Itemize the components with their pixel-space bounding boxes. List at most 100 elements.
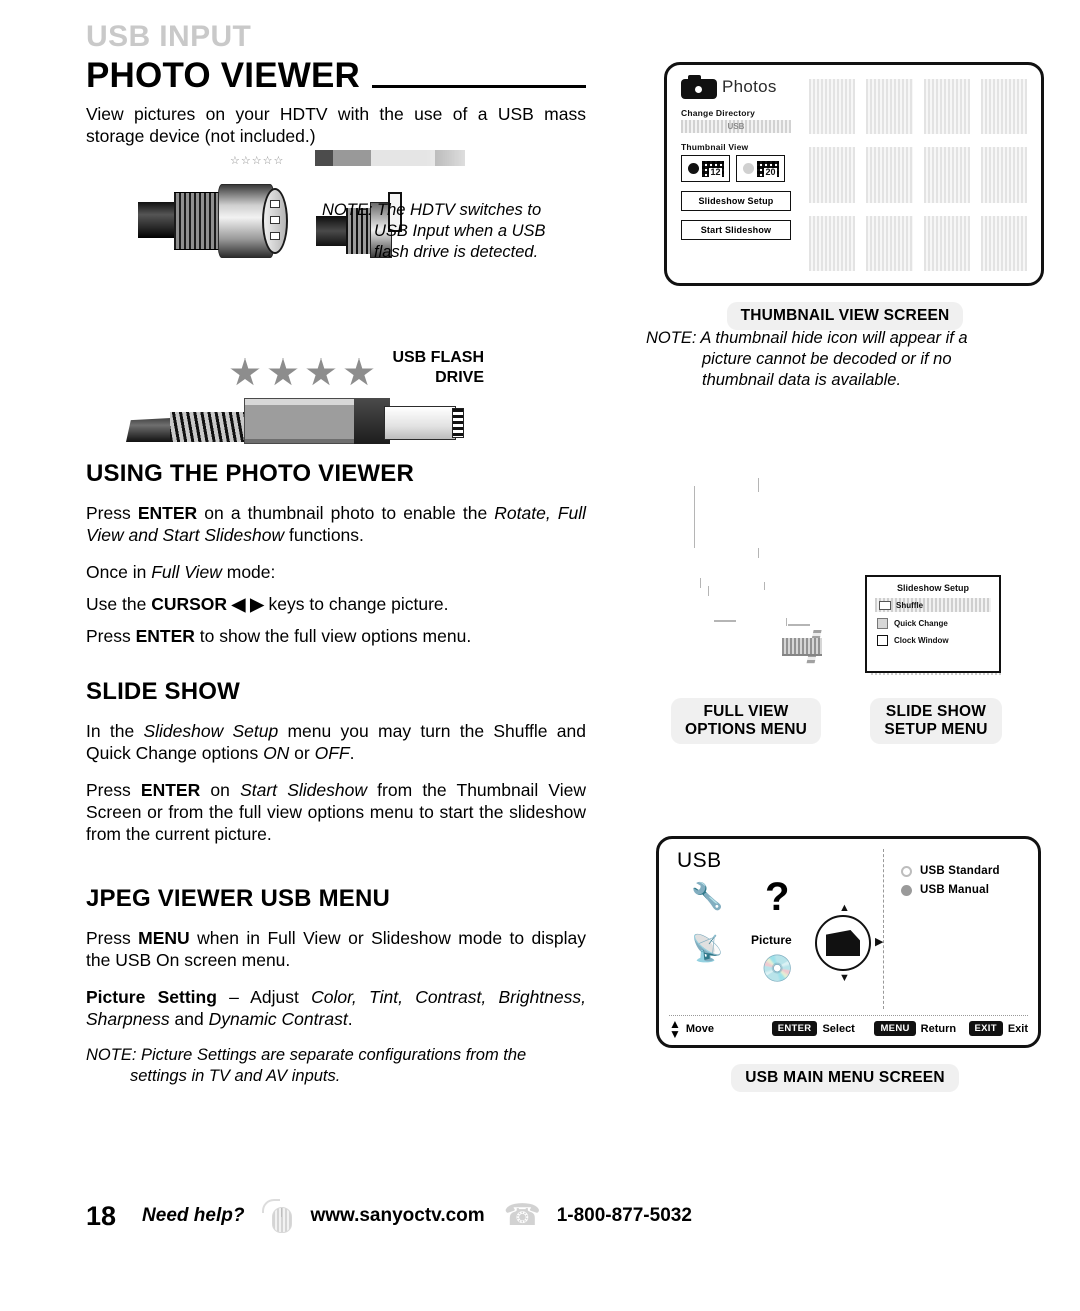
radio-unselected-icon — [742, 163, 754, 174]
start-slideshow-button[interactable]: Start Slideshow — [681, 220, 791, 240]
setup-tools-icon[interactable]: 🔧 — [691, 883, 723, 909]
thumbnail-view-20-button[interactable]: 20 — [736, 155, 785, 182]
text-fragment: mode: — [221, 562, 276, 582]
checkbox-icon — [879, 600, 891, 610]
action-return-label: Return — [920, 1022, 957, 1035]
thumbnail-caption-row: THUMBNAIL VIEW SCREEN — [640, 302, 1050, 330]
star-icon — [344, 358, 374, 386]
heading-using-photo-viewer: USING THE PHOTO VIEWER — [86, 460, 414, 487]
option-usb-standard-label: USB Standard — [920, 865, 1000, 877]
note-thumbnail-hide-icon: NOTE: A thumbnail hide icon will appear … — [646, 328, 1050, 391]
heading-jpeg-viewer-usb-menu: JPEG VIEWER USB MENU — [86, 885, 391, 912]
tv-graphic — [782, 638, 822, 656]
text-fragment: Once in — [86, 562, 152, 582]
text-fragment: and — [169, 1009, 209, 1029]
arrow-up-icon: ▲ — [839, 902, 850, 914]
quick-change-icon — [877, 618, 888, 629]
need-help-label: Need help? — [142, 1205, 245, 1226]
usb-main-menu-screen: USB USB Standard USB Manual 🔧 📡 ? Pictur… — [656, 836, 1041, 1048]
note-line-2: picture cannot be decoded or if no — [702, 350, 952, 368]
key-cursor: CURSOR — [151, 594, 228, 614]
thumbnail-cell[interactable] — [980, 147, 1027, 203]
flash-drive-graphic — [126, 398, 476, 444]
note-line-1: A thumbnail hide icon will appear if a — [696, 329, 968, 347]
value-off: OFF — [314, 743, 350, 763]
grid-icon: 20 — [756, 160, 779, 177]
page-number: 18 — [86, 1200, 117, 1231]
caption-line-1: SLIDE SHOW — [885, 703, 987, 720]
action-select[interactable]: ENTER Select — [771, 1021, 875, 1036]
text-fragment: on — [200, 780, 241, 800]
paragraph-enter-options-menu: Press ENTER to show the full view option… — [86, 625, 586, 647]
slideshow-setup-title: Slideshow Setup — [896, 583, 969, 593]
connector-pin — [270, 216, 280, 224]
option-usb-standard[interactable]: USB Standard — [901, 865, 1000, 877]
usb-menu-action-bar: ▲ ▼ Move ENTER Select MENU Return EXIT Ex… — [669, 1015, 1028, 1041]
text-fragment: Use the — [86, 594, 152, 614]
drive-body — [244, 398, 372, 444]
radio-selected-icon — [687, 163, 699, 174]
picture-label: Picture — [751, 933, 792, 947]
text-fragment: functions. — [284, 525, 364, 545]
key-enter-badge: ENTER — [771, 1021, 818, 1036]
key-exit-badge: EXIT — [968, 1021, 1003, 1036]
option-usb-manual[interactable]: USB Manual — [901, 884, 1000, 896]
text-fragment: keys to change picture. — [268, 594, 449, 614]
thumbnail-screen-sidebar: Photos Change Directory USB Thumbnail Vi… — [681, 75, 791, 240]
thumbnail-cell[interactable] — [923, 79, 970, 135]
intro-paragraph: View pictures on your HDTV with the use … — [86, 104, 586, 146]
support-phone-number[interactable]: 1-800-877-5032 — [557, 1205, 692, 1227]
star-icon — [230, 358, 260, 386]
up-down-arrows-icon: ▲ ▼ — [669, 1016, 681, 1041]
paragraph-slideshow-setup: In the Slideshow Setup menu you may turn… — [86, 720, 586, 764]
slideshow-setup-button[interactable]: Slideshow Setup — [681, 191, 791, 211]
action-move[interactable]: ▲ ▼ Move — [669, 1016, 772, 1041]
thumbnail-cell[interactable] — [923, 147, 970, 203]
support-website[interactable]: www.sanyoctv.com — [310, 1205, 484, 1227]
text-fragment: In the — [86, 721, 144, 741]
paragraph-start-slideshow: Press ENTER on Start Slideshow from the … — [86, 779, 586, 845]
connector-pin — [270, 200, 280, 208]
manual-page: USB INPUT PHOTO VIEWER View pictures on … — [0, 0, 1080, 1311]
key-enter: ENTER — [140, 780, 201, 800]
thumbnail-cell[interactable] — [980, 79, 1027, 135]
thumbnail-cell[interactable] — [923, 215, 970, 271]
action-select-label: Select — [822, 1022, 855, 1035]
photos-title: Photos — [722, 77, 777, 96]
slideshow-row-shuffle[interactable]: Shuffle — [875, 598, 991, 612]
usb-cable-strip — [315, 150, 495, 166]
picture-icon — [826, 930, 860, 956]
section-slide-show: SLIDE SHOW In the Slideshow Setup menu y… — [86, 678, 586, 845]
phone-icon: ☎ — [503, 1199, 541, 1232]
audio-disc-icon[interactable]: 💿 — [761, 955, 793, 981]
key-enter: ENTER — [137, 503, 198, 523]
thumbnail-cell[interactable] — [809, 215, 856, 271]
thumbnail-cell[interactable] — [980, 215, 1027, 271]
thumbnail-count-20: 20 — [764, 166, 777, 177]
thumbnail-cell[interactable] — [809, 147, 856, 203]
section-jpeg-viewer-usb-menu: JPEG VIEWER USB MENU Press MENU when in … — [86, 885, 586, 1087]
action-exit[interactable]: EXIT Exit — [968, 1021, 1028, 1036]
thumbnail-cell[interactable] — [809, 79, 856, 135]
menu-divider — [883, 849, 884, 1009]
note-line-2: settings in TV and AV inputs. — [130, 1067, 341, 1085]
usb-mode-options: USB Standard USB Manual — [901, 865, 1000, 903]
change-directory-value[interactable]: USB — [681, 120, 791, 133]
thumbnail-cell[interactable] — [866, 215, 913, 271]
thumbnail-cell[interactable] — [866, 79, 913, 135]
usb-switch-note: NOTE: The HDTV switches to USB Input whe… — [322, 200, 584, 263]
key-menu-badge: MENU — [874, 1021, 916, 1036]
setting-dynamic-contrast: Dynamic Contrast — [208, 1009, 348, 1029]
picture-selection-highlight[interactable] — [815, 915, 871, 971]
cursor-arrows-icon: ◀ ▶ — [227, 594, 269, 614]
slideshow-row-clock-window[interactable]: Clock Window — [877, 635, 989, 646]
connector-pin — [270, 232, 280, 240]
thumbnail-view-screen: Photos Change Directory USB Thumbnail Vi… — [664, 62, 1044, 286]
fullview-caption-row: FULL VIEW OPTIONS MENU — [656, 698, 836, 744]
thumbnail-cell[interactable] — [866, 147, 913, 203]
thumbnail-view-12-button[interactable]: 12 — [681, 155, 730, 182]
action-return[interactable]: MENU Return — [874, 1021, 968, 1036]
slideshow-row-quick-change[interactable]: Quick Change — [877, 618, 989, 629]
text-fragment: Press — [86, 780, 141, 800]
satellite-dish-icon[interactable]: 📡 — [691, 935, 723, 961]
